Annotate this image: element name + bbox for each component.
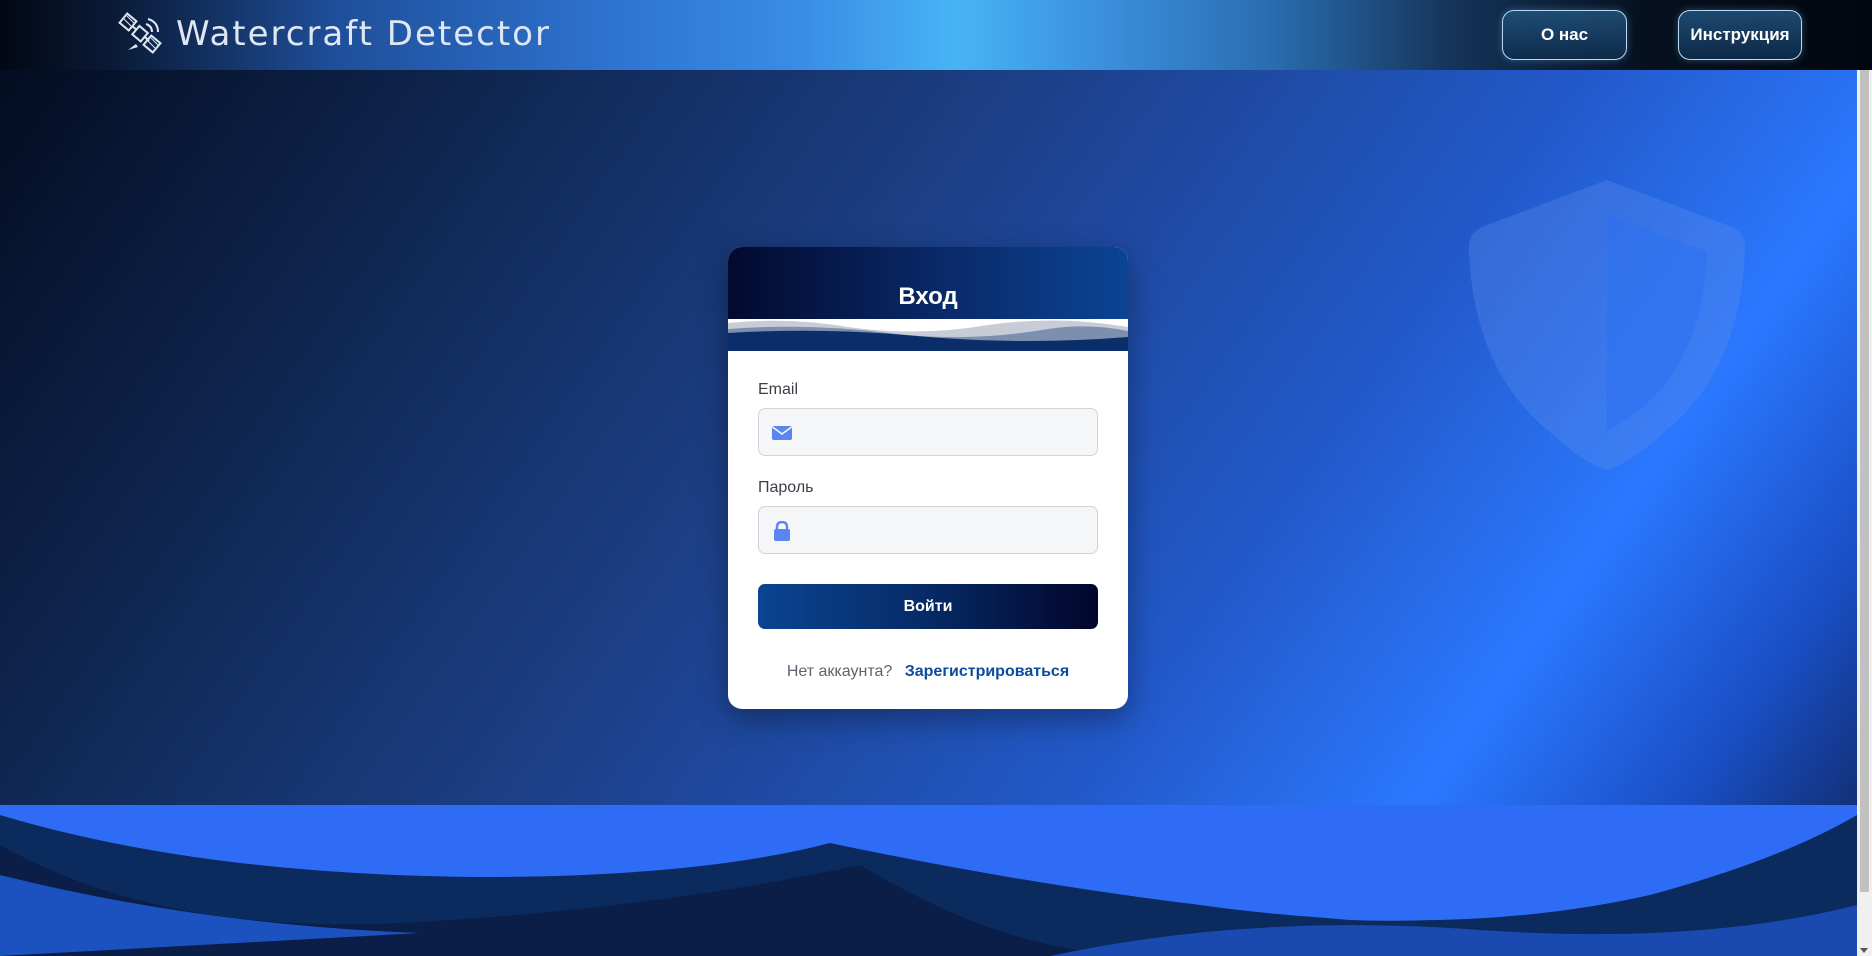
login-form: Email Пароль Войти Нет аккаунта? Зарегис…	[728, 381, 1128, 681]
login-card-header: Вход	[728, 247, 1128, 351]
brand[interactable]: Watercraft Detector	[118, 10, 551, 58]
shield-icon	[1468, 180, 1746, 470]
email-field-wrapper	[758, 408, 1098, 456]
about-us-button[interactable]: О нас	[1502, 10, 1627, 60]
scroll-down-arrow-icon[interactable]	[1860, 948, 1868, 953]
bottom-wave-decoration	[0, 805, 1857, 956]
login-submit-button[interactable]: Войти	[758, 584, 1098, 629]
signup-prompt: Нет аккаунта?	[786, 663, 893, 680]
top-navbar: Watercraft Detector О нас Инструкция	[0, 0, 1872, 70]
satellite-icon	[118, 12, 162, 54]
signup-row: Нет аккаунта? Зарегистрироваться	[758, 663, 1098, 681]
instructions-button[interactable]: Инструкция	[1678, 10, 1802, 60]
password-field-wrapper	[758, 506, 1098, 554]
envelope-icon	[772, 426, 792, 440]
header-wave-decoration	[728, 319, 1128, 351]
email-input[interactable]	[759, 409, 1097, 455]
login-title: Вход	[898, 283, 958, 310]
lock-icon	[774, 521, 790, 541]
register-link[interactable]: Зарегистрироваться	[905, 663, 1069, 680]
scrollbar-thumb[interactable]	[1860, 70, 1869, 892]
login-card: Вход Email Пароль Войти Нет аккаунта? За…	[728, 247, 1128, 709]
password-label: Пароль	[758, 479, 814, 496]
email-label: Email	[758, 381, 799, 398]
password-input[interactable]	[759, 507, 1097, 553]
page-scrollbar[interactable]	[1857, 70, 1872, 956]
app-title: Watercraft Detector	[176, 14, 551, 54]
